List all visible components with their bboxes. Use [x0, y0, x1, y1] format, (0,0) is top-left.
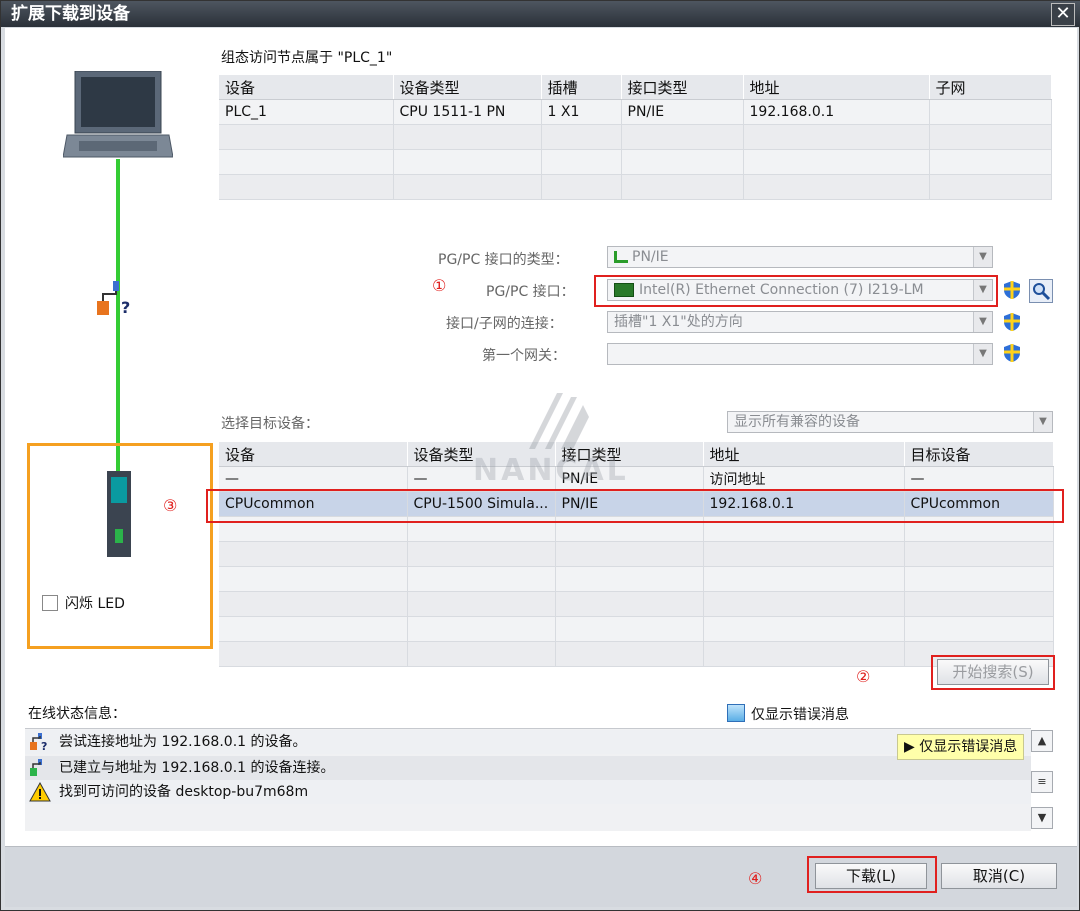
highlight-target-device: [206, 489, 1064, 523]
target-device-table: 设备 设备类型 接口类型 地址 目标设备 — — PN/IE 访问地址 — CP…: [219, 442, 1054, 667]
list-item[interactable]: 已建立与地址为 192.168.0.1 的设备连接。: [25, 756, 1031, 780]
message-text: 已建立与地址为 192.168.0.1 的设备连接。: [59, 760, 335, 776]
list-item[interactable]: 找到可访问的设备 desktop-bu7m68m: [25, 780, 1031, 804]
pgpc-type-value: PN/IE: [632, 249, 669, 265]
tooltip: ▶ 仅显示错误消息: [897, 734, 1025, 760]
table-cell: PLC_1: [219, 99, 394, 125]
configured-node-table: 设备 设备类型 插槽 接口类型 地址 子网 PLC_1 CPU 1511-1 P…: [219, 75, 1052, 200]
scroll-down-button[interactable]: ▼: [1031, 807, 1053, 829]
flash-led-checkbox[interactable]: [42, 595, 58, 611]
chevron-down-icon: ▼: [973, 247, 992, 267]
table-row-empty: [219, 174, 1052, 200]
pgpc-iface-label: PG/PC 接口：: [486, 284, 575, 300]
dialog-window: 扩展下载到设备 ✕ ? 闪烁 LED 组态访问节点属于 "PLC_1" 设备 设…: [0, 0, 1080, 911]
target-filter-value: 显示所有兼容的设备: [734, 414, 860, 430]
col-header: 地址: [703, 442, 905, 467]
table-row-empty: [219, 566, 1054, 592]
close-button[interactable]: ✕: [1051, 3, 1075, 26]
laptop-icon: [63, 71, 173, 158]
status-label: 在线状态信息：: [28, 706, 126, 722]
target-label: 选择目标设备：: [221, 416, 319, 432]
table-header-row: 设备 设备类型 插槽 接口类型 地址 子网: [219, 75, 1052, 100]
window-title: 扩展下载到设备: [11, 4, 130, 24]
table-row-empty: [219, 149, 1052, 175]
chevron-down-icon: ▼: [1033, 412, 1052, 432]
play-arrow-icon: ▶: [904, 739, 920, 755]
col-header: 目标设备: [904, 442, 1054, 467]
table-row-empty: [219, 641, 1054, 667]
annotation-1: ①: [432, 276, 447, 295]
highlight-download-button: [807, 856, 937, 893]
table-row-empty: [219, 616, 1054, 642]
flash-led-label: 闪烁 LED: [65, 596, 125, 612]
highlight-search-button: [931, 655, 1055, 690]
only-errors-checkbox[interactable]: [727, 704, 745, 722]
table-cell: 192.168.0.1: [743, 99, 930, 125]
table-cell: 访问地址: [703, 466, 905, 492]
col-header: 接口类型: [621, 75, 744, 100]
svg-text:?: ?: [41, 740, 47, 752]
network-unknown-icon: ?: [30, 733, 47, 752]
message-text: 尝试连接地址为 192.168.0.1 的设备。: [59, 734, 307, 750]
table-row-empty: [219, 541, 1054, 567]
title-bar: 扩展下载到设备: [1, 1, 1080, 27]
col-header: 插槽: [541, 75, 622, 100]
annotation-3: ③: [163, 496, 178, 515]
search-properties-button[interactable]: [1029, 279, 1053, 303]
table-row-empty: [219, 591, 1054, 617]
highlight-pgpc-interface: [594, 275, 998, 307]
table-cell: —: [219, 466, 408, 492]
pgpc-type-label: PG/PC 接口的类型：: [438, 252, 569, 268]
table-header-row: 设备 设备类型 接口类型 地址 目标设备: [219, 442, 1054, 467]
watermark-text: NANCAL: [473, 453, 629, 488]
target-filter-select[interactable]: 显示所有兼容的设备 ▼: [727, 411, 1053, 433]
table-cell: CPU 1511-1 PN: [393, 99, 542, 125]
cancel-button[interactable]: 取消(C): [941, 863, 1057, 889]
gateway-select[interactable]: ▼: [607, 343, 993, 365]
scroll-menu-button[interactable]: ≡: [1031, 771, 1053, 793]
warning-icon: [29, 782, 51, 802]
table-cell: 1 X1: [541, 99, 622, 125]
pgpc-type-select[interactable]: PN/IE ▼: [607, 246, 993, 268]
annotation-4: ④: [748, 869, 763, 888]
table-row[interactable]: PLC_1 CPU 1511-1 PN 1 X1 PN/IE 192.168.0…: [219, 99, 1052, 125]
gateway-label: 第一个网关：: [482, 348, 566, 364]
conn-value: 插槽"1 X1"处的方向: [614, 314, 743, 330]
message-text: 找到可访问的设备 desktop-bu7m68m: [59, 784, 309, 800]
table-cell: —: [904, 466, 1054, 492]
shield-icon: [1004, 313, 1020, 331]
chevron-down-icon: ▼: [973, 312, 992, 332]
only-errors-label: 仅显示错误消息: [751, 707, 849, 723]
annotation-2: ②: [856, 667, 871, 686]
shield-icon: [1004, 281, 1020, 299]
device-panel-frame: [27, 443, 213, 649]
network-icon: [614, 251, 628, 263]
table-cell: PN/IE: [621, 99, 744, 125]
chevron-down-icon: ▼: [973, 344, 992, 364]
watermark-logo: [529, 393, 589, 449]
scroll-up-button[interactable]: ▲: [1031, 730, 1053, 752]
magnifier-icon: [1033, 283, 1051, 301]
table-row-empty: [219, 124, 1052, 150]
shield-icon: [1004, 344, 1020, 362]
conn-select[interactable]: 插槽"1 X1"处的方向 ▼: [607, 311, 993, 333]
col-header: 设备: [219, 442, 408, 467]
col-header: 地址: [743, 75, 930, 100]
network-connected-icon: [30, 759, 42, 776]
list-item[interactable]: ? 尝试连接地址为 192.168.0.1 的设备。: [25, 730, 1031, 754]
col-header: 设备类型: [393, 75, 542, 100]
table-cell: [929, 99, 1052, 125]
table-row[interactable]: — — PN/IE 访问地址 —: [219, 466, 1054, 492]
svg-text:?: ?: [121, 298, 130, 317]
conn-label: 接口/子网的连接：: [446, 316, 563, 332]
col-header: 子网: [929, 75, 1052, 100]
network-unknown-icon: ?: [97, 281, 130, 317]
tooltip-text: 仅显示错误消息: [919, 739, 1018, 755]
config-caption: 组态访问节点属于 "PLC_1": [221, 50, 393, 66]
col-header: 设备: [219, 75, 394, 100]
